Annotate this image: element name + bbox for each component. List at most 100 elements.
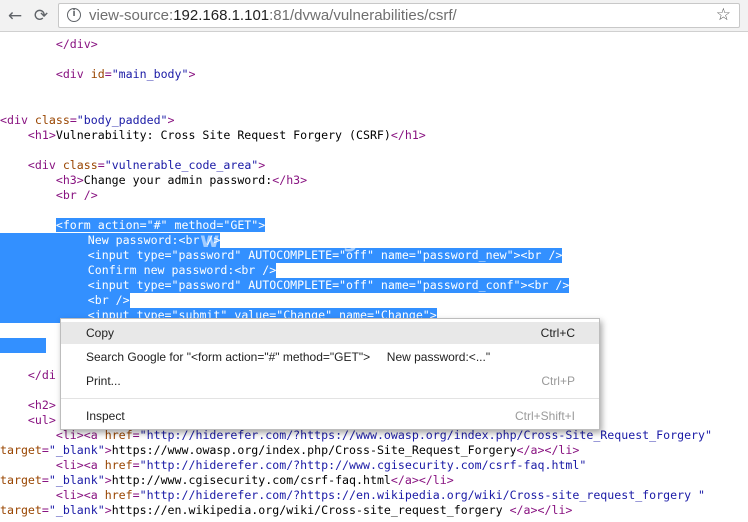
source-line: <h2> <box>0 398 56 413</box>
menu-item-search-google[interactable]: Search Google for "<form action="#" meth… <box>61 346 599 368</box>
menu-item-label: Inspect <box>86 409 125 423</box>
url-path: :81/dvwa/vulnerabilities/csrf/ <box>269 7 457 24</box>
menu-item-inspect[interactable]: Inspect Ctrl+Shift+I <box>61 405 599 427</box>
menu-item-label: Search Google for "<form action="#" meth… <box>86 350 491 364</box>
source-token: </h1> <box>390 128 426 142</box>
source-line: <li><a href="http://hiderefer.com/?http:… <box>0 458 587 473</box>
source-token: href <box>104 488 133 502</box>
source-token <box>0 428 56 442</box>
source-token: "http://hiderefer.com/?https://en.wikipe… <box>139 488 706 502</box>
source-line: </di <box>0 368 56 383</box>
source-token: <div <box>0 67 91 81</box>
url-text[interactable]: view-source:192.168.1.101:81/dvwa/vulner… <box>89 4 457 27</box>
source-token <box>0 158 28 172</box>
info-icon[interactable]: i <box>67 8 81 22</box>
source-token: = <box>132 428 140 442</box>
source-token: <br /> <box>87 293 130 307</box>
source-line: <h3>Change your admin password:</h3> <box>0 173 307 188</box>
address-bar[interactable]: i view-source:192.168.1.101:81/dvwa/vuln… <box>58 3 740 28</box>
source-token: "_blank" <box>48 503 105 517</box>
source-token: </di <box>0 368 56 382</box>
source-token: "vulnerable_code_area" <box>104 158 259 172</box>
source-token: <br /> <box>55 188 98 202</box>
source-token: New password: <box>4 233 179 247</box>
source-token: "_blank" <box>48 473 105 487</box>
source-token: id <box>90 67 105 81</box>
source-line: target="_blank">https://en.wikipedia.org… <box>0 503 572 518</box>
source-token: = <box>132 488 140 502</box>
source-token <box>4 278 88 292</box>
source-token: > <box>104 473 112 487</box>
menu-item-shortcut: Ctrl+P <box>541 374 575 388</box>
source-token: > <box>167 113 175 127</box>
reload-icon[interactable]: ⟳ <box>30 5 52 27</box>
source-line: <br /> <box>0 293 130 308</box>
source-token <box>0 488 56 502</box>
source-token: "_blank" <box>48 443 105 457</box>
source-token: = <box>69 113 77 127</box>
context-menu: Copy Ctrl+C Search Google for "<form act… <box>60 318 600 430</box>
source-token: target <box>0 503 42 517</box>
source-token: </h3> <box>272 173 308 187</box>
url-host: 192.168.1.101 <box>173 7 270 24</box>
source-token: = <box>132 458 140 472</box>
back-icon[interactable]: ← <box>4 5 26 27</box>
source-token <box>0 458 56 472</box>
source-token: class <box>34 113 70 127</box>
source-line: target="_blank">https://www.owasp.org/in… <box>0 443 579 458</box>
source-token: Change your admin password: <box>83 173 273 187</box>
source-view[interactable]: </div> <div id="main_body"> <div class="b… <box>0 31 748 522</box>
source-token: Confirm new password: <box>4 263 235 277</box>
source-line: <li><a href="http://hiderefer.com/?https… <box>0 428 712 443</box>
source-token: <h3> <box>55 173 84 187</box>
source-token: Vulnerability: Cross Site Request Forger… <box>55 128 391 142</box>
source-token <box>0 398 28 412</box>
source-token: > <box>258 158 266 172</box>
source-token: > <box>104 443 112 457</box>
source-token <box>4 293 88 307</box>
source-token: <input type="password" AUTOCOMPLETE="off… <box>87 278 570 292</box>
source-token <box>0 128 28 142</box>
source-token <box>0 413 28 427</box>
source-token: > <box>188 67 196 81</box>
source-token: "http://hiderefer.com/?http://www.cgisec… <box>139 458 587 472</box>
source-token: <li><a <box>55 458 105 472</box>
source-token: <li><a <box>55 488 105 502</box>
selection-highlight-tail <box>0 338 46 353</box>
source-line: <br /> <box>0 188 98 203</box>
source-token: target <box>0 443 42 457</box>
source-token: target <box>0 473 42 487</box>
source-line: <ul> <box>0 413 56 428</box>
source-token: https://www.owasp.org/index.php/Cross-Si… <box>111 443 517 457</box>
source-token: </div> <box>0 37 98 51</box>
source-token: <h1> <box>27 128 56 142</box>
source-line: <div id="main_body"> <box>0 67 196 82</box>
menu-item-print[interactable]: Print... Ctrl+P <box>61 370 599 392</box>
menu-item-shortcut: Ctrl+Shift+I <box>514 409 575 423</box>
menu-item-label: Print... <box>86 374 121 388</box>
source-token: </a></li> <box>509 503 573 517</box>
source-token: <br /> <box>234 263 277 277</box>
source-token: <h2> <box>27 398 56 412</box>
source-token: = <box>41 503 49 517</box>
bookmark-star-icon[interactable]: ☆ <box>716 4 731 26</box>
source-token: = <box>41 473 49 487</box>
source-line: Confirm new password:<br /> <box>0 263 277 278</box>
source-token: https://en.wikipedia.org/wiki/Cross-site… <box>111 503 510 517</box>
source-token: <div <box>27 158 63 172</box>
source-token: <li><a <box>55 428 105 442</box>
source-token: = <box>41 443 49 457</box>
source-line: <div class="vulnerable_code_area"> <box>0 158 265 173</box>
source-token: <div <box>0 113 35 127</box>
source-line: target="_blank">http://www.cgisecurity.c… <box>0 473 454 488</box>
source-token: class <box>62 158 98 172</box>
source-token: = <box>104 67 112 81</box>
menu-item-copy[interactable]: Copy Ctrl+C <box>61 322 599 344</box>
url-prefix: view-source: <box>89 7 174 24</box>
source-token <box>4 248 88 262</box>
source-token: "body_padded" <box>76 113 168 127</box>
source-token <box>0 218 56 232</box>
source-line: <input type="password" AUTOCOMPLETE="off… <box>0 278 570 293</box>
menu-separator <box>61 398 599 399</box>
source-token: "http://hiderefer.com/?https://www.owasp… <box>139 428 712 442</box>
